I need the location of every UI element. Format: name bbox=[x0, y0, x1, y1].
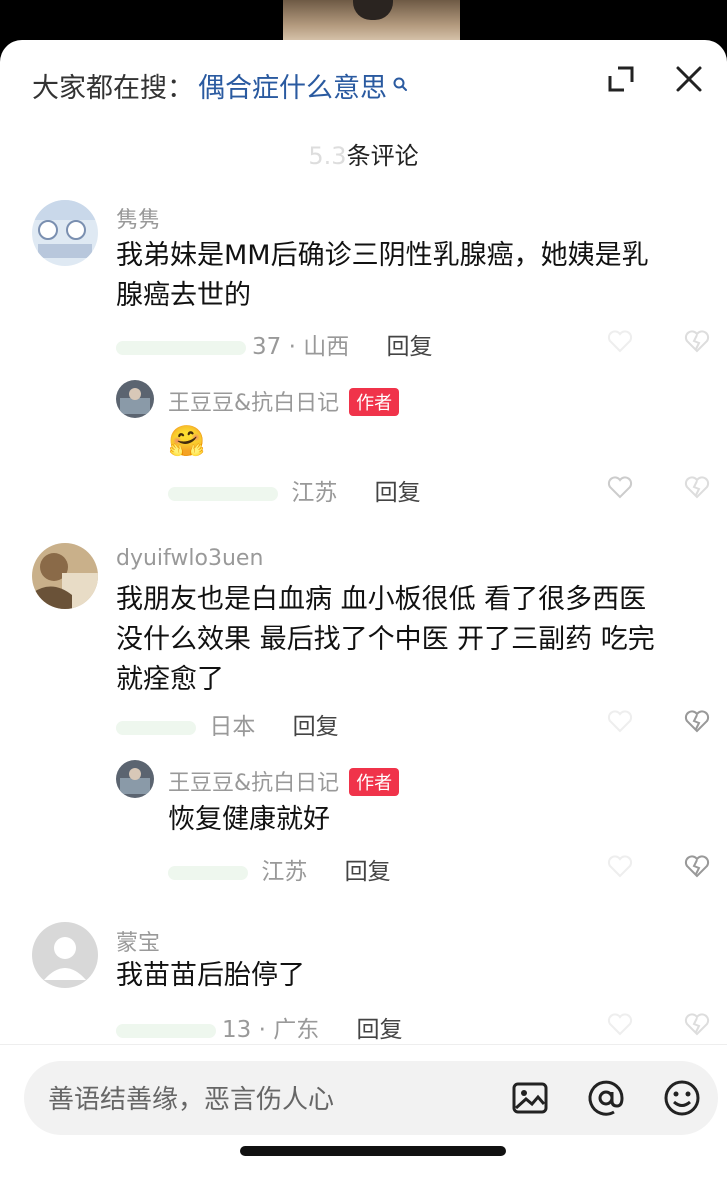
comment-input-placeholder: 善语结善缘，恶言伤人心 bbox=[48, 1085, 335, 1115]
dislike-broken-heart-icon[interactable] bbox=[683, 707, 711, 735]
reply-location: 江苏 bbox=[291, 480, 338, 506]
search-prefix: 大家都在搜： bbox=[32, 73, 194, 104]
reply-location: 江苏 bbox=[261, 859, 308, 885]
comment-composer: 善语结善缘，恶言伤人心 bbox=[0, 1044, 727, 1200]
search-query-link[interactable]: 偶合症什么意思 bbox=[198, 66, 387, 105]
home-indicator[interactable] bbox=[240, 1146, 506, 1156]
like-heart-icon[interactable] bbox=[606, 473, 634, 501]
video-thumbnail[interactable] bbox=[283, 0, 460, 42]
comment-input[interactable]: 善语结善缘，恶言伤人心 bbox=[24, 1061, 718, 1135]
like-heart-icon[interactable] bbox=[606, 327, 634, 355]
dislike-broken-heart-icon[interactable] bbox=[683, 473, 711, 501]
expand-icon[interactable] bbox=[604, 62, 638, 96]
author-badge: 作者 bbox=[349, 388, 400, 416]
reply-button[interactable]: 回复 bbox=[387, 334, 433, 360]
comment-text: 我弟妹是MM后确诊三阴性乳腺癌，她姨是乳 腺癌去世的 bbox=[116, 236, 649, 316]
reply-text: 恢复健康就好 bbox=[168, 804, 330, 835]
reply-username-text: 王豆豆&抗白日记 bbox=[168, 771, 340, 796]
default-avatar-icon bbox=[32, 922, 98, 988]
reply-button[interactable]: 回复 bbox=[345, 859, 391, 885]
reply-username[interactable]: 王豆豆&抗白日记 作者 bbox=[168, 765, 400, 798]
reply-meta: 江苏 回复 bbox=[168, 473, 421, 507]
dislike-broken-heart-icon[interactable] bbox=[683, 852, 711, 880]
comment-text-line: 我弟妹是MM后确诊三阴性乳腺癌，她姨是乳 bbox=[116, 240, 649, 271]
dislike-broken-heart-icon[interactable] bbox=[683, 327, 711, 355]
comment-location: 广东 bbox=[273, 1017, 320, 1043]
reply-meta: 江苏 回复 bbox=[168, 852, 391, 886]
date-blurred bbox=[116, 1023, 216, 1038]
avatar-image bbox=[32, 543, 98, 609]
reply-username[interactable]: 王豆豆&抗白日记 作者 bbox=[168, 385, 400, 418]
comment-meta: 37 · 山西 回复 bbox=[116, 327, 433, 361]
comment-meta: 日本 回复 bbox=[116, 707, 339, 741]
comment-text: 我苗苗后胎停了 bbox=[116, 960, 305, 991]
close-icon[interactable] bbox=[672, 62, 706, 96]
like-heart-icon[interactable] bbox=[606, 1010, 634, 1038]
comment-date: 37 · bbox=[252, 334, 296, 360]
comment-meta: 13 · 广东 回复 bbox=[116, 1010, 403, 1044]
search-icon bbox=[393, 77, 407, 91]
search-suggestion[interactable]: 大家都在搜： 偶合症什么意思 bbox=[32, 66, 411, 105]
comment-location: 日本 bbox=[209, 714, 256, 740]
reply-username-text: 王豆豆&抗白日记 bbox=[168, 391, 340, 416]
date-blurred bbox=[168, 865, 248, 880]
avatar-image bbox=[32, 200, 98, 266]
dislike-broken-heart-icon[interactable] bbox=[683, 1010, 711, 1038]
comment-text-line: 就痊愈了 bbox=[116, 664, 224, 695]
comment-username[interactable]: dyuifwlo3uen bbox=[116, 546, 263, 571]
author-avatar-image bbox=[116, 760, 154, 798]
comment-count-title: 5.3条评论 bbox=[0, 136, 727, 171]
comment-date: 13 · bbox=[222, 1017, 266, 1043]
comment-text-line: 腺癌去世的 bbox=[116, 280, 251, 311]
reply-button[interactable]: 回复 bbox=[357, 1017, 403, 1043]
comment-username[interactable]: 隽隽 bbox=[116, 202, 160, 234]
comment-text-line: 我朋友也是白血病 血小板很低 看了很多西医 bbox=[116, 584, 647, 615]
comment-text: 我朋友也是白血病 血小板很低 看了很多西医 没什么效果 最后找了个中医 开了三副… bbox=[116, 580, 655, 700]
author-badge: 作者 bbox=[349, 768, 400, 796]
comment-username[interactable]: 蒙宝 bbox=[116, 925, 160, 957]
like-heart-icon[interactable] bbox=[606, 852, 634, 880]
reply-button[interactable]: 回复 bbox=[293, 714, 339, 740]
reply-text: 🤗 bbox=[168, 424, 206, 459]
reply-button[interactable]: 回复 bbox=[375, 480, 421, 506]
mention-at-icon[interactable] bbox=[586, 1078, 626, 1118]
avatar[interactable] bbox=[32, 543, 98, 609]
comment-sheet-header: 大家都在搜： 偶合症什么意思 bbox=[0, 40, 727, 130]
avatar[interactable] bbox=[32, 922, 98, 988]
comment-text-line: 没什么效果 最后找了个中医 开了三副药 吃完 bbox=[116, 624, 655, 655]
emoji-icon[interactable] bbox=[662, 1078, 702, 1118]
date-blurred bbox=[116, 340, 246, 355]
comment-count-number: 5.3 bbox=[308, 142, 347, 170]
date-blurred bbox=[116, 720, 196, 735]
comment-count-label: 条评论 bbox=[346, 142, 419, 170]
avatar-small[interactable] bbox=[116, 760, 154, 798]
comment-sheet: 大家都在搜： 偶合症什么意思 5.3条评论 隽隽 我弟妹是MM后确诊三阴性乳腺癌… bbox=[0, 40, 727, 1200]
image-icon[interactable] bbox=[510, 1078, 550, 1118]
comment-location: 山西 bbox=[303, 334, 350, 360]
date-blurred bbox=[168, 486, 278, 501]
avatar-small[interactable] bbox=[116, 380, 154, 418]
video-preview-strip bbox=[0, 0, 727, 42]
author-avatar-image bbox=[116, 380, 154, 418]
like-heart-icon[interactable] bbox=[606, 707, 634, 735]
avatar[interactable] bbox=[32, 200, 98, 266]
